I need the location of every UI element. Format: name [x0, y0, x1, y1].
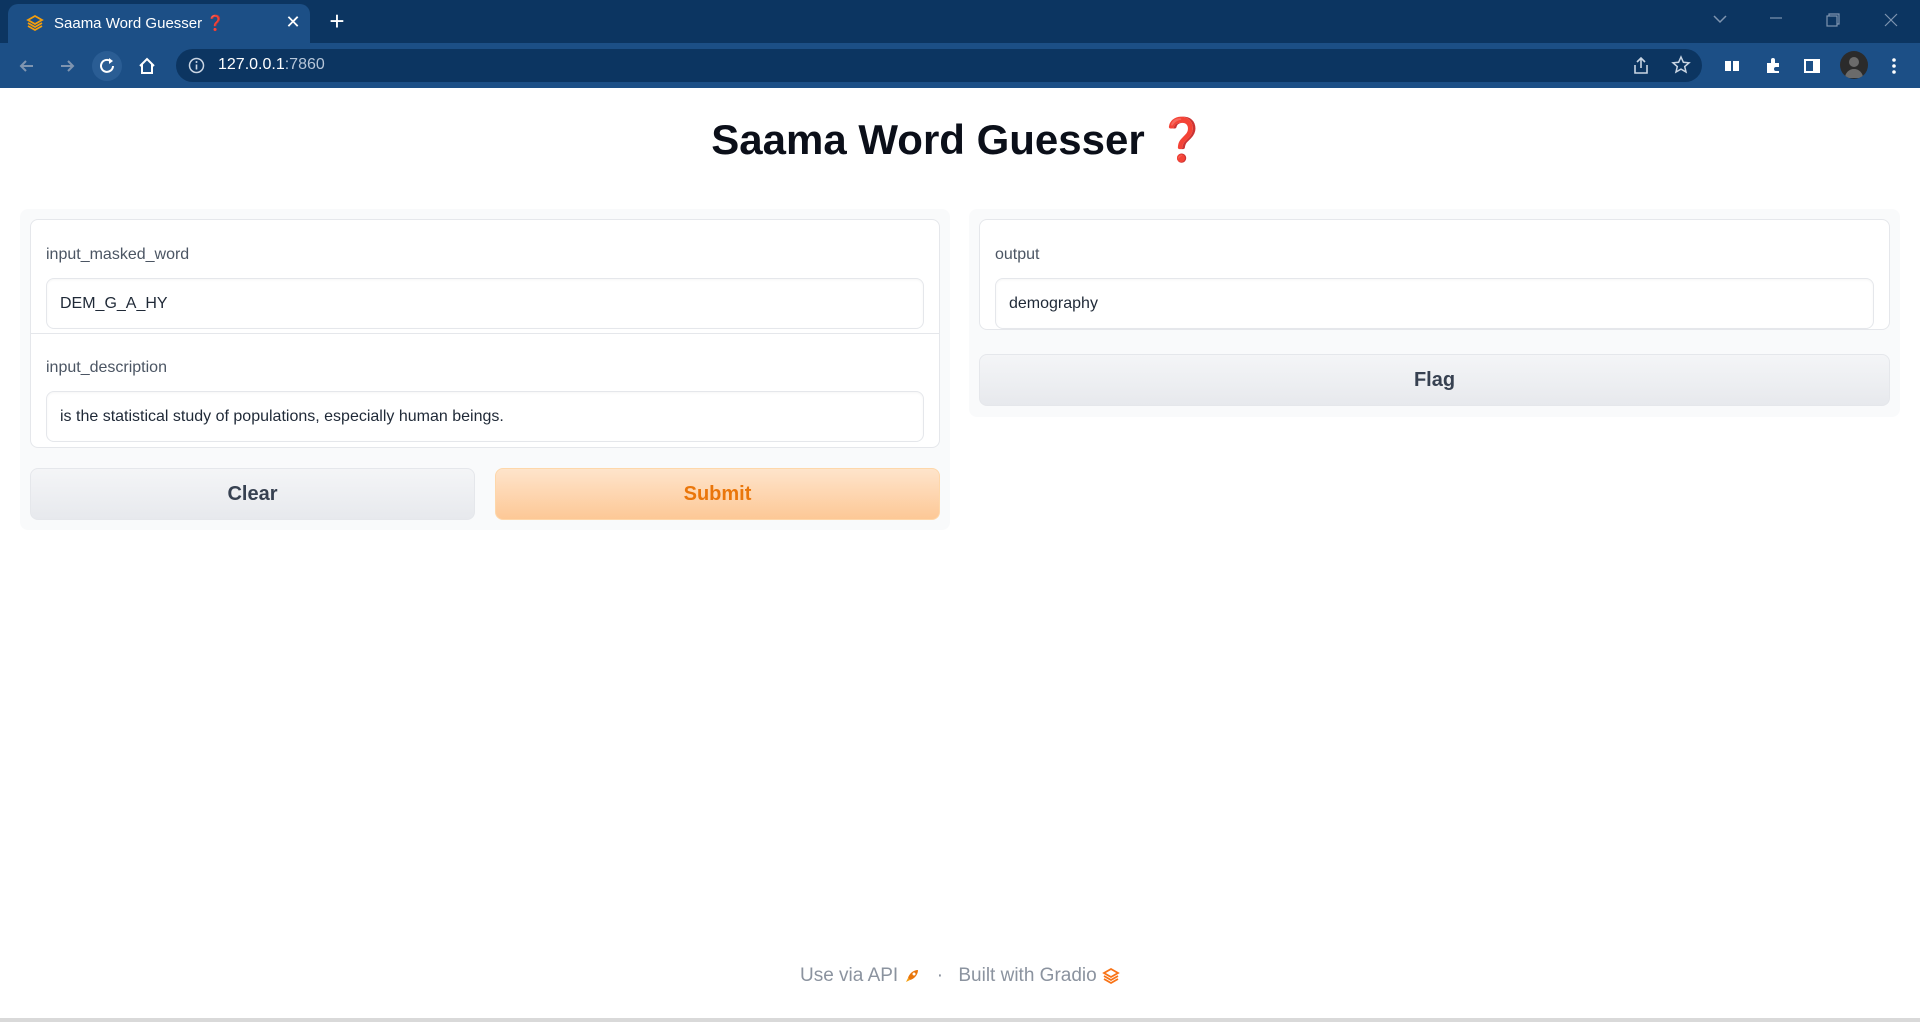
- use-via-api-link[interactable]: Use via API: [800, 965, 898, 986]
- rocket-icon: [906, 970, 919, 982]
- gradio-logo-icon: [1102, 967, 1120, 985]
- output-block: output demography: [979, 219, 1890, 330]
- footer: Use via API · Built with Gradio: [0, 965, 1920, 987]
- output-panel: output demography Flag: [969, 209, 1900, 417]
- input-panel: input_masked_word DEM_G_A_HY input_descr…: [20, 209, 950, 530]
- reload-icon[interactable]: [92, 51, 122, 81]
- page-title: Saama Word Guesser ❓: [711, 116, 1209, 163]
- browser-toolbar: 127.0.0.1:7860: [0, 43, 1920, 88]
- minimize-icon[interactable]: [1761, 8, 1791, 32]
- close-tab-icon[interactable]: ✕: [282, 11, 304, 33]
- masked-word-label: input_masked_word: [46, 246, 190, 263]
- site-info-icon[interactable]: [188, 57, 205, 74]
- description-label: input_description: [46, 359, 167, 376]
- bottom-border: [0, 1018, 1920, 1022]
- output-label: output: [995, 246, 1040, 263]
- flag-button[interactable]: Flag: [979, 354, 1890, 406]
- built-with-gradio-link[interactable]: Built with Gradio: [958, 965, 1096, 986]
- forward-icon[interactable]: [52, 51, 82, 81]
- address-bar[interactable]: 127.0.0.1:7860: [176, 49, 1702, 82]
- gradio-logo-icon: [26, 14, 44, 32]
- browser-tab[interactable]: Saama Word Guesser ❓ ✕: [8, 4, 310, 43]
- output-textbox[interactable]: demography: [995, 278, 1874, 329]
- clear-button[interactable]: Clear: [30, 468, 475, 520]
- description-input[interactable]: is the statistical study of populations,…: [46, 391, 924, 442]
- reading-list-icon[interactable]: [1717, 51, 1747, 81]
- question-mark-icon: ❓: [1156, 116, 1209, 163]
- submit-button[interactable]: Submit: [495, 468, 940, 520]
- divider: [31, 333, 939, 334]
- more-menu-icon[interactable]: [1879, 51, 1909, 81]
- new-tab-icon[interactable]: +: [324, 8, 350, 35]
- input-block: input_masked_word DEM_G_A_HY input_descr…: [30, 219, 940, 448]
- restore-icon[interactable]: [1818, 8, 1848, 32]
- side-panel-icon[interactable]: [1797, 51, 1827, 81]
- back-icon[interactable]: [12, 51, 42, 81]
- extensions-icon[interactable]: [1758, 51, 1788, 81]
- tab-search-icon[interactable]: [1705, 8, 1735, 32]
- browser-tabstrip: Saama Word Guesser ❓ ✕ +: [0, 0, 1920, 43]
- close-window-icon[interactable]: [1876, 8, 1906, 32]
- masked-word-input[interactable]: DEM_G_A_HY: [46, 278, 924, 329]
- profile-avatar[interactable]: [1840, 51, 1868, 79]
- share-icon[interactable]: [1631, 56, 1651, 76]
- url-text: 127.0.0.1:7860: [218, 56, 325, 73]
- footer-separator: ·: [936, 965, 944, 986]
- bookmark-star-icon[interactable]: [1671, 55, 1691, 75]
- home-icon[interactable]: [132, 51, 162, 81]
- tab-title: Saama Word Guesser ❓: [54, 15, 225, 32]
